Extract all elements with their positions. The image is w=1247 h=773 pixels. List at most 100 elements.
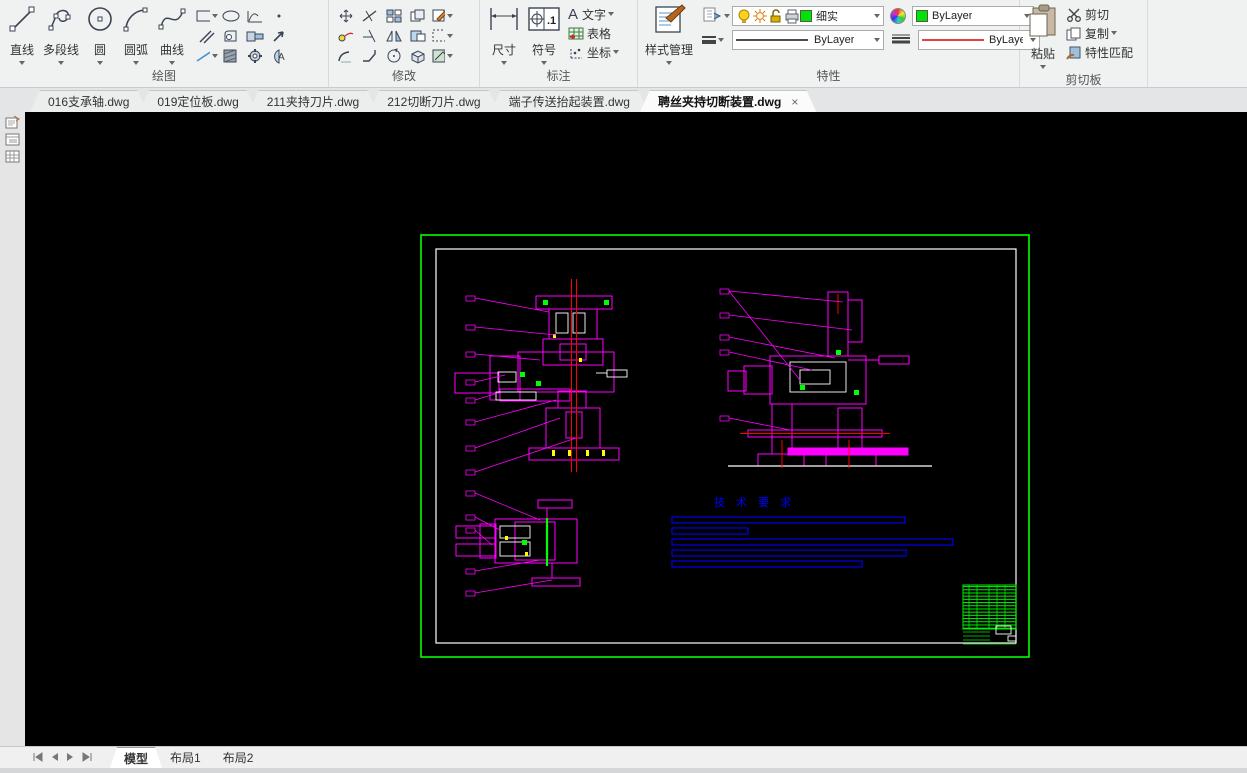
file-tab[interactable]: 019定位板.dwg (139, 90, 256, 112)
wipeout-icon[interactable]: A (268, 47, 290, 65)
chevron-down-icon[interactable] (718, 37, 725, 42)
front-view (454, 279, 628, 476)
bolt-icon[interactable] (244, 27, 266, 45)
stretch-icon[interactable] (407, 27, 429, 45)
line-button[interactable]: 直线 (4, 2, 40, 67)
paste-label: 粘贴 (1030, 47, 1055, 61)
chevron-down-icon[interactable] (666, 61, 672, 65)
cut-button[interactable]: 剪切 (1066, 5, 1133, 24)
hatch-icon[interactable] (220, 47, 242, 65)
properties-panel-label[interactable]: 特性 (642, 67, 1015, 87)
annotate-panel-label[interactable]: 标注 (484, 67, 633, 87)
chevron-down-icon[interactable] (541, 61, 547, 65)
file-tab-label: 019定位板.dwg (157, 95, 239, 109)
chevron-down-icon[interactable] (501, 61, 507, 65)
rectangle-icon[interactable] (196, 7, 219, 25)
chevron-down-icon[interactable] (613, 50, 620, 54)
paste-button[interactable]: 粘贴 (1024, 2, 1062, 71)
drawing-canvas[interactable]: 技 术 要 求 (0, 112, 1247, 746)
fillet-icon[interactable] (335, 47, 357, 65)
chevron-down-icon[interactable] (1111, 31, 1118, 35)
close-icon[interactable]: × (791, 95, 798, 109)
arc-button[interactable]: 圆弧 (118, 2, 154, 67)
array-icon[interactable] (383, 7, 405, 25)
file-tab-active[interactable]: 聘丝夹持切断装置.dwg × (640, 90, 816, 112)
circle-icon (85, 4, 115, 39)
table-button[interactable]: 表格 (568, 24, 619, 43)
page-edit-icon[interactable] (3, 114, 23, 131)
file-tab[interactable]: 211夹持刀片.dwg (249, 90, 377, 112)
modify-panel-label[interactable]: 修改 (333, 67, 475, 87)
chevron-down-icon[interactable] (97, 61, 104, 65)
grid-table-icon[interactable] (3, 148, 23, 165)
drawing-frame (420, 234, 1030, 658)
gear-icon[interactable] (244, 47, 266, 65)
tab-layout1[interactable]: 布局1 (156, 747, 215, 768)
chevron-down-icon (874, 38, 881, 42)
chevron-down-icon[interactable] (1040, 65, 1046, 69)
lineweight-settings-icon[interactable] (702, 36, 717, 44)
curve-axes-icon[interactable] (244, 7, 266, 25)
linetype-select[interactable]: ByLayer (732, 30, 885, 50)
chevron-down-icon[interactable] (724, 13, 731, 18)
color-value: ByLayer (932, 10, 973, 22)
spline-button[interactable]: 曲线 (154, 2, 190, 67)
chevron-down-icon[interactable] (19, 61, 25, 65)
copy-button[interactable]: 复制 (1066, 24, 1133, 43)
double-line-icon[interactable] (196, 27, 218, 45)
layer-color-swatch (800, 10, 813, 22)
tab-layout2[interactable]: 布局2 (209, 747, 268, 768)
linetype-value: ByLayer (814, 34, 855, 46)
side-view (719, 288, 932, 468)
circle-button[interactable]: 圆 (82, 2, 118, 67)
draw-panel-label[interactable]: 绘图 (4, 67, 324, 87)
last-tab-icon[interactable] (79, 749, 96, 767)
polyline-button[interactable]: 多段线 (40, 2, 82, 67)
layer-state-icon[interactable] (702, 5, 722, 28)
chamfer-icon[interactable] (359, 47, 381, 65)
pointer-arrow-icon[interactable] (268, 27, 290, 45)
mirror-icon[interactable] (383, 27, 405, 45)
dimension-button[interactable]: 尺寸 (484, 2, 524, 67)
trim-icon[interactable] (359, 7, 381, 25)
prev-tab-icon[interactable] (45, 749, 62, 767)
style-manager-button[interactable]: 样式管理 (642, 2, 696, 67)
first-tab-icon[interactable] (28, 749, 45, 767)
symbol-button[interactable]: .1 符号 (524, 2, 564, 67)
coordinate-button[interactable]: 坐标 (568, 43, 620, 62)
lineweight-list-icon[interactable] (890, 33, 912, 47)
clipboard-panel-label[interactable]: 剪切板 (1024, 71, 1143, 89)
offset-icon[interactable] (359, 27, 381, 45)
next-tab-icon[interactable] (62, 749, 79, 767)
3d-box-icon[interactable] (407, 47, 429, 65)
window-lines-icon[interactable] (3, 131, 23, 148)
chevron-down-icon[interactable] (608, 12, 615, 16)
color-wheel-icon[interactable] (890, 8, 907, 24)
chevron-down-icon[interactable] (58, 61, 64, 65)
region-icon[interactable] (220, 27, 242, 45)
move-icon[interactable] (335, 7, 357, 25)
erase-icon[interactable] (335, 27, 357, 45)
ribbon: 直线 多段线 圆 圆弧 曲线 A 绘图 修改 尺寸 .1 符号 A 文字 表格 … (0, 0, 1247, 88)
color-select[interactable]: ByLayer (912, 6, 1035, 26)
pencil-edit-icon[interactable] (431, 7, 453, 25)
hatch-edit-icon[interactable] (431, 47, 453, 65)
rect-dashed-icon[interactable] (431, 27, 453, 45)
copy-tool-icon[interactable] (407, 7, 429, 25)
file-tab[interactable]: 016支承轴.dwg (30, 90, 147, 112)
modify-tools (335, 6, 453, 66)
bulb-icon (738, 9, 750, 23)
file-tab[interactable]: 212切断刀片.dwg (369, 90, 498, 112)
linetype-sample (736, 39, 809, 41)
layer-select[interactable]: 细实 (732, 6, 885, 26)
match-properties-button[interactable]: 特性匹配 (1066, 43, 1133, 62)
ellipse-icon[interactable] (220, 7, 242, 25)
text-button[interactable]: A 文字 (568, 5, 619, 24)
construction-line-icon[interactable] (196, 47, 219, 65)
chevron-down-icon[interactable] (133, 61, 140, 65)
point-icon[interactable] (268, 7, 290, 25)
rotate-icon[interactable] (383, 47, 405, 65)
tab-model[interactable]: 模型 (110, 747, 162, 768)
chevron-down-icon[interactable] (169, 61, 176, 65)
file-tab[interactable]: 端子传送抬起装置.dwg (491, 90, 648, 112)
